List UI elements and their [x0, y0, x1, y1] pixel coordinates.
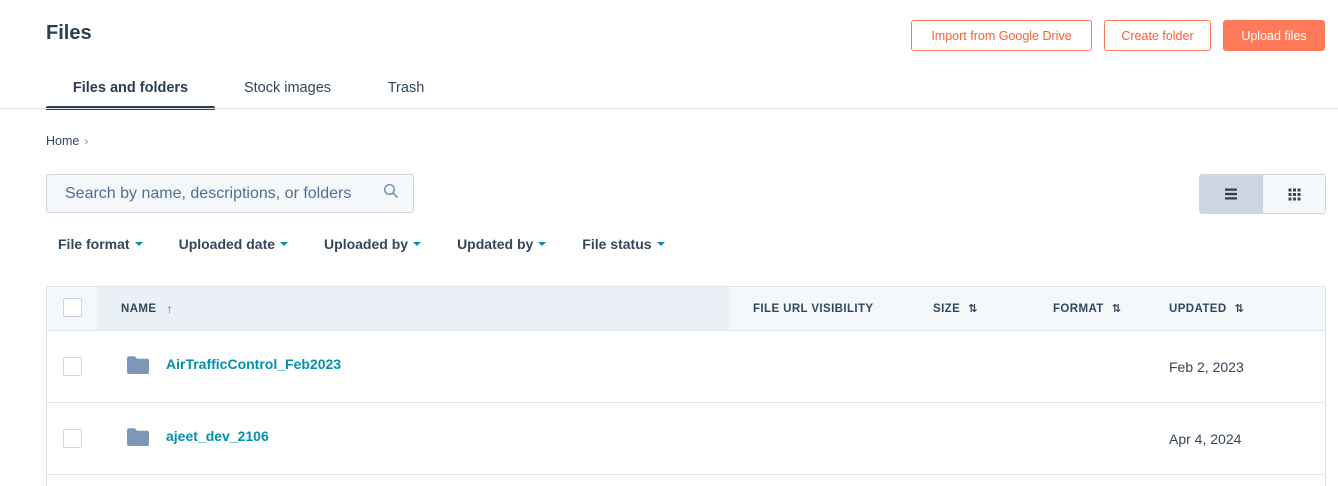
files-table: NAME ↑ FILE URL VISIBILITY SIZE ⇅ FORMAT… — [46, 286, 1326, 486]
column-header-label: NAME — [121, 302, 157, 315]
updated-by-filter[interactable]: Updated by — [457, 236, 547, 252]
column-header-label: FILE URL VISIBILITY — [753, 302, 874, 315]
folder-name-link[interactable]: AirTrafficControl_Feb2023 — [166, 356, 341, 372]
select-all-checkbox[interactable] — [63, 298, 82, 317]
column-header-name[interactable]: NAME ↑ — [97, 287, 729, 330]
sort-icon: ⇅ — [1111, 303, 1121, 315]
column-header-label: UPDATED — [1169, 302, 1227, 315]
caret-down-icon — [134, 242, 143, 246]
filter-label: Updated by — [457, 236, 534, 252]
folder-name-link[interactable]: ajeet_dev_2106 — [166, 428, 269, 444]
filter-label: Uploaded date — [178, 236, 276, 252]
file-status-filter[interactable]: File status — [582, 236, 665, 252]
uploaded-date-filter[interactable]: Uploaded date — [178, 236, 289, 252]
sort-icon: ⇅ — [1234, 303, 1244, 315]
import-from-google-drive-button[interactable]: Import from Google Drive — [911, 20, 1092, 51]
folder-icon — [127, 356, 149, 374]
top-actions: Import from Google Drive Create folder U… — [911, 20, 1325, 51]
grid-view-button[interactable] — [1262, 175, 1325, 213]
row-checkbox[interactable] — [63, 357, 82, 376]
filter-bar: File format Uploaded date Uploaded by Up… — [58, 236, 701, 252]
breadcrumb-home-link[interactable]: Home — [46, 134, 79, 148]
uploaded-by-filter[interactable]: Uploaded by — [324, 236, 422, 252]
caret-down-icon — [538, 242, 547, 246]
filter-label: File format — [58, 236, 130, 252]
folder-icon — [127, 428, 149, 446]
caret-down-icon — [656, 242, 665, 246]
create-folder-button[interactable]: Create folder — [1104, 20, 1211, 51]
breadcrumb: Home › — [46, 134, 88, 148]
table-header: NAME ↑ FILE URL VISIBILITY SIZE ⇅ FORMAT… — [47, 287, 1325, 331]
sort-ascending-icon: ↑ — [166, 301, 173, 316]
column-header-size[interactable]: SIZE ⇅ — [933, 287, 977, 330]
caret-down-icon — [413, 242, 422, 246]
tab-bar: Files and folders Stock images Trash — [46, 66, 452, 110]
upload-files-button[interactable]: Upload files — [1223, 20, 1325, 51]
view-toggle — [1199, 174, 1326, 214]
caret-down-icon — [280, 242, 289, 246]
column-header-label: FORMAT — [1053, 302, 1104, 315]
updated-date: Apr 4, 2024 — [1169, 431, 1242, 447]
column-header-label: SIZE — [933, 302, 961, 315]
file-format-filter[interactable]: File format — [58, 236, 143, 252]
filter-label: Uploaded by — [324, 236, 409, 252]
chevron-right-icon: › — [84, 134, 89, 148]
column-header-updated[interactable]: UPDATED ⇅ — [1169, 287, 1244, 330]
search-icon[interactable] — [383, 183, 399, 204]
filter-label: File status — [582, 236, 652, 252]
grid-icon — [1288, 188, 1300, 200]
table-row: AirTrafficControl_Feb2023 Feb 2, 2023 — [47, 331, 1325, 403]
list-icon — [1225, 188, 1237, 200]
search-input[interactable] — [63, 183, 383, 204]
tab-files-and-folders[interactable]: Files and folders — [46, 66, 215, 110]
list-view-button[interactable] — [1200, 175, 1262, 213]
sort-icon: ⇅ — [968, 303, 977, 315]
table-row: ajeet_dev_2106 Apr 4, 2024 — [47, 403, 1325, 475]
tabs-divider — [0, 108, 1338, 109]
column-header-file-url-visibility: FILE URL VISIBILITY — [753, 287, 873, 330]
search-box — [46, 174, 414, 213]
row-checkbox[interactable] — [63, 429, 82, 448]
updated-date: Feb 2, 2023 — [1169, 359, 1244, 375]
tab-trash[interactable]: Trash — [360, 66, 452, 110]
page-title: Files — [46, 22, 92, 44]
tab-stock-images[interactable]: Stock images — [215, 66, 360, 110]
column-header-format[interactable]: FORMAT ⇅ — [1053, 287, 1121, 330]
